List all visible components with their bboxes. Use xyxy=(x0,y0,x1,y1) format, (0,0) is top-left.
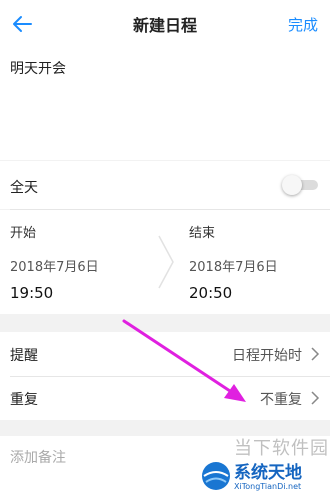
start-time: 19:50 xyxy=(10,284,54,302)
reminder-label: 提醒 xyxy=(10,348,38,364)
repeat-value: 不重复 xyxy=(260,392,302,408)
toggle-knob xyxy=(282,175,302,195)
end-label: 结束 xyxy=(189,226,216,241)
chevron-right-icon xyxy=(311,347,320,361)
start-time-block[interactable]: 开始 2018年7月6日 19:50 xyxy=(0,210,160,314)
app-header: 新建日程 完成 xyxy=(0,0,330,48)
globe-icon xyxy=(202,462,230,490)
repeat-row[interactable]: 重复 不重复 xyxy=(0,376,330,420)
done-button[interactable]: 完成 xyxy=(288,14,318,35)
chevron-right-icon xyxy=(158,235,174,289)
arrow-left-icon xyxy=(13,16,32,32)
all-day-toggle[interactable] xyxy=(282,175,318,195)
chevron-right-icon xyxy=(311,391,320,405)
watermark-logo: 系统天地 XiTongTianDi.net xyxy=(190,452,330,500)
page-title: 新建日程 xyxy=(132,16,197,35)
all-day-row: 全天 xyxy=(0,161,330,209)
repeat-label: 重复 xyxy=(10,392,38,408)
all-day-label: 全天 xyxy=(10,180,38,196)
watermark-brand: 系统天地 xyxy=(234,463,302,483)
event-title-text[interactable]: 明天开会 xyxy=(10,58,66,78)
watermark-url: XiTongTianDi.net xyxy=(234,482,302,491)
start-date: 2018年7月6日 xyxy=(10,260,99,275)
reminder-row[interactable]: 提醒 日程开始时 xyxy=(0,332,330,376)
reminder-value: 日程开始时 xyxy=(232,348,302,364)
settings-section: 提醒 日程开始时 重复 不重复 xyxy=(0,332,330,420)
back-button[interactable] xyxy=(8,10,36,38)
end-time-block[interactable]: 结束 2018年7月6日 20:50 xyxy=(175,210,330,314)
end-date: 2018年7月6日 xyxy=(189,260,278,275)
start-label: 开始 xyxy=(10,226,37,241)
remarks-input[interactable] xyxy=(10,446,210,470)
event-title-area[interactable]: 明天开会 xyxy=(0,48,330,160)
end-time: 20:50 xyxy=(189,284,233,302)
